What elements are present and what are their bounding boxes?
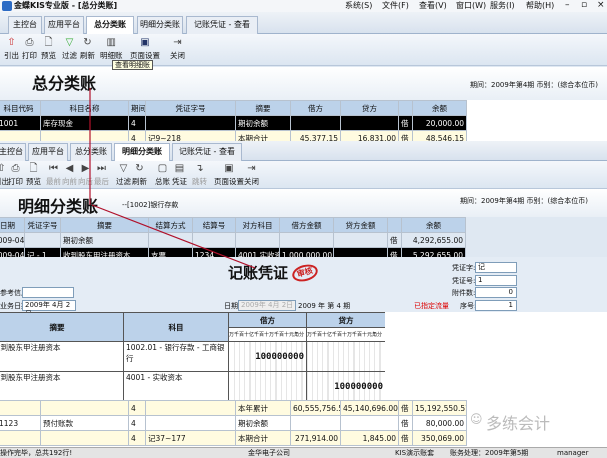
annotation-arrows xyxy=(89,88,256,269)
tooltip: 查看明细账 xyxy=(112,60,153,70)
arrow-line-2 xyxy=(91,204,256,269)
